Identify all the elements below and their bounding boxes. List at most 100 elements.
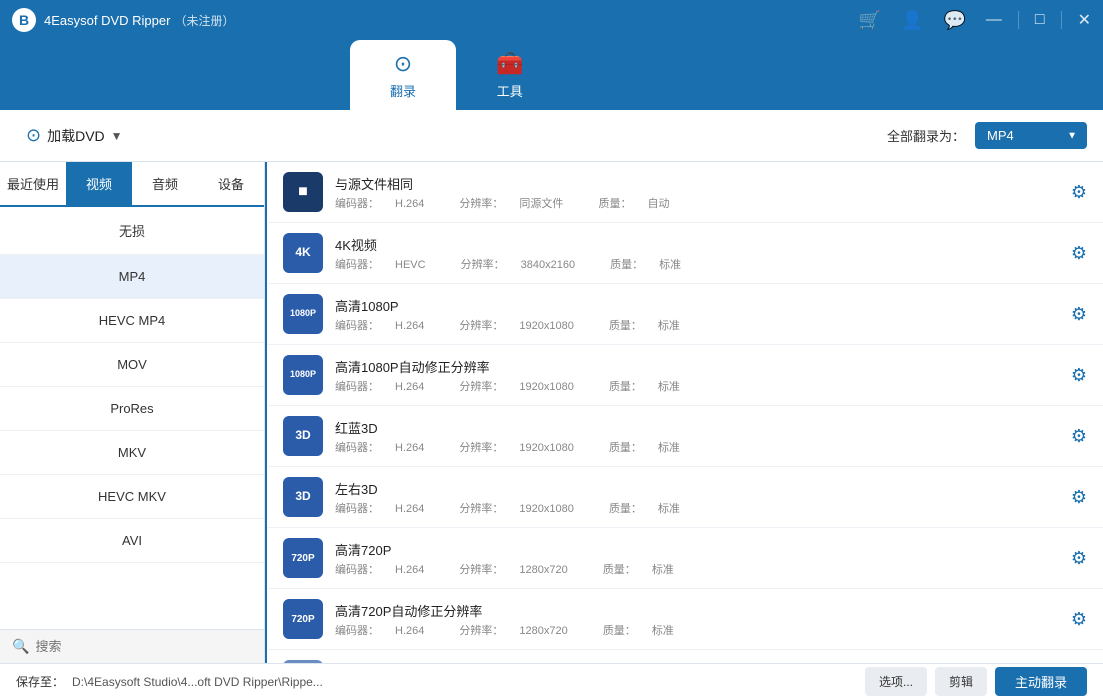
preset-info-1080p-auto: 高清1080P自动修正分辨率 编码器：H.264 分辨率：1920x1080 质…: [335, 357, 1059, 394]
search-input[interactable]: [35, 639, 252, 654]
preset-info-3d-rb: 红蓝3D 编码器：H.264 分辨率：1920x1080 质量：标准: [335, 418, 1059, 455]
format-select[interactable]: MP4 MKV MOV AVI HEVC MP4 HEVC MKV ProRes: [975, 122, 1087, 149]
preset-info-720p: 高清720P 编码器：H.264 分辨率：1280x720 质量：标准: [335, 540, 1059, 577]
format-item-mp4[interactable]: MP4: [0, 255, 264, 299]
preset-row-3d-lr[interactable]: 3D 左右3D 编码器：H.264 分辨率：1920x1080 质量：标准 ⚙: [267, 467, 1103, 528]
preset-name-3d-rb: 红蓝3D: [335, 418, 1059, 437]
preset-name-1080p-auto: 高清1080P自动修正分辨率: [335, 357, 1059, 376]
preset-name-source: 与源文件相同: [335, 174, 1059, 193]
load-dvd-icon: ⊙: [26, 125, 41, 146]
preset-settings-icon-3[interactable]: ⚙: [1071, 365, 1087, 386]
load-dvd-button[interactable]: ⊙ 加载DVD ▼: [16, 119, 133, 152]
cart-icon[interactable]: 🛒: [859, 10, 881, 31]
preset-info-4k: 4K视频 编码器：HEVC 分辨率：3840x2160 质量：标准: [335, 235, 1059, 272]
logo-letter: B: [19, 12, 29, 28]
user-icon[interactable]: 👤: [901, 10, 923, 31]
preset-row-720p-auto[interactable]: 720P 高清720P自动修正分辨率 编码器：H.264 分辨率：1280x72…: [267, 589, 1103, 650]
tab-tools-label: 工具: [497, 81, 523, 100]
title-icons: 🛒 👤 💬: [859, 10, 966, 31]
preset-row-4k[interactable]: 4K 4K视频 编码器：HEVC 分辨率：3840x2160 质量：标准 ⚙: [267, 223, 1103, 284]
tab-tools[interactable]: 🧰 工具: [456, 40, 563, 110]
panel-tab-video[interactable]: 视频: [66, 162, 132, 207]
format-item-lossless[interactable]: 无损: [0, 207, 264, 255]
preset-row-1080p-auto[interactable]: 1080P 高清1080P自动修正分辨率 编码器：H.264 分辨率：1920x…: [267, 345, 1103, 406]
preset-icon-1080p-auto: 1080P: [283, 355, 323, 395]
save-path: D:\4Easysoft Studio\4...oft DVD Ripper\R…: [72, 675, 857, 689]
preset-details-720p: 编码器：H.264 分辨率：1280x720 质量：标准: [335, 561, 1059, 577]
tab-rip-label: 翻录: [390, 81, 416, 100]
window-controls: — □ ✕: [986, 10, 1091, 30]
preset-row-3d-rb[interactable]: 3D 红蓝3D 编码器：H.264 分辨率：1920x1080 质量：标准 ⚙: [267, 406, 1103, 467]
load-dvd-label: 加载DVD: [47, 126, 105, 146]
format-list: 无损 MP4 HEVC MP4 MOV ProRes MKV HEVC MKV …: [0, 207, 264, 629]
tab-tools-icon: 🧰: [496, 51, 523, 77]
app-title: 4Easysof DVD Ripper（未注册）: [44, 12, 859, 29]
preset-row-720p[interactable]: 720P 高清720P 编码器：H.264 分辨率：1280x720 质量：标准…: [267, 528, 1103, 589]
encoder-label-0: 编码器：H.264: [335, 198, 440, 210]
statusbar: 保存至： D:\4Easysoft Studio\4...oft DVD Rip…: [0, 663, 1103, 699]
tab-bar: ⊙ 翻录 🧰 工具: [0, 40, 1103, 110]
preset-details-1080p-auto: 编码器：H.264 分辨率：1920x1080 质量：标准: [335, 378, 1059, 394]
preset-icon-720p-auto: 720P: [283, 599, 323, 639]
close-button[interactable]: ✕: [1078, 10, 1091, 30]
preset-row-source[interactable]: ■ 与源文件相同 编码器：H.264 分辨率：同源文件 质量：自动 ⚙: [267, 162, 1103, 223]
format-item-avi[interactable]: AVI: [0, 519, 264, 563]
preset-row-1080p[interactable]: 1080P 高清1080P 编码器：H.264 分辨率：1920x1080 质量…: [267, 284, 1103, 345]
preset-name-720p-auto: 高清720P自动修正分辨率: [335, 601, 1059, 620]
preset-details-4k: 编码器：HEVC 分辨率：3840x2160 质量：标准: [335, 256, 1059, 272]
preset-settings-icon-5[interactable]: ⚙: [1071, 487, 1087, 508]
preset-info-3d-lr: 左右3D 编码器：H.264 分辨率：1920x1080 质量：标准: [335, 479, 1059, 516]
preset-info-1080p: 高清1080P 编码器：H.264 分辨率：1920x1080 质量：标准: [335, 296, 1059, 333]
preset-name-1080p: 高清1080P: [335, 296, 1059, 315]
panel-tab-audio[interactable]: 音频: [132, 162, 198, 207]
preset-name-3d-lr: 左右3D: [335, 479, 1059, 498]
preset-details-3d-rb: 编码器：H.264 分辨率：1920x1080 质量：标准: [335, 439, 1059, 455]
format-select-wrap: MP4 MKV MOV AVI HEVC MP4 HEVC MKV ProRes: [975, 122, 1087, 149]
preset-settings-icon-0[interactable]: ⚙: [1071, 182, 1087, 203]
panel-tab-device[interactable]: 设备: [198, 162, 264, 207]
format-item-mov[interactable]: MOV: [0, 343, 264, 387]
app-logo: B: [12, 8, 36, 32]
preset-details-source: 编码器：H.264 分辨率：同源文件 质量：自动: [335, 195, 1059, 211]
format-item-mkv[interactable]: MKV: [0, 431, 264, 475]
msg-icon[interactable]: 💬: [944, 10, 966, 31]
preset-details-720p-auto: 编码器：H.264 分辨率：1280x720 质量：标准: [335, 622, 1059, 638]
preset-info-source: 与源文件相同 编码器：H.264 分辨率：同源文件 质量：自动: [335, 174, 1059, 211]
preset-settings-icon-4[interactable]: ⚙: [1071, 426, 1087, 447]
panel-tab-strip: 最近使用 视频 音频 设备: [0, 162, 264, 207]
minimize-button[interactable]: —: [986, 11, 1002, 29]
options-button[interactable]: 选项...: [865, 667, 927, 696]
tab-rip-icon: ⊙: [394, 51, 412, 77]
tab-rip[interactable]: ⊙ 翻录: [350, 40, 456, 110]
preset-row-640p[interactable]: 640P 640P: [267, 650, 1103, 663]
format-item-prores[interactable]: ProRes: [0, 387, 264, 431]
preset-settings-icon-2[interactable]: ⚙: [1071, 304, 1087, 325]
preset-icon-4k: 4K: [283, 233, 323, 273]
preset-name-4k: 4K视频: [335, 235, 1059, 254]
res-label-0: 分辨率：同源文件: [459, 198, 579, 210]
maximize-button[interactable]: □: [1035, 11, 1045, 29]
format-item-hevc-mkv[interactable]: HEVC MKV: [0, 475, 264, 519]
clip-button[interactable]: 剪辑: [935, 667, 987, 696]
preset-name-720p: 高清720P: [335, 540, 1059, 559]
rip-button[interactable]: 主动翻录: [995, 667, 1087, 696]
preset-details-1080p: 编码器：H.264 分辨率：1920x1080 质量：标准: [335, 317, 1059, 333]
search-icon: 🔍: [12, 638, 29, 655]
toolbar: ⊙ 加载DVD ▼ 全部翻录为： MP4 MKV MOV AVI HEVC MP…: [0, 110, 1103, 162]
preset-info-720p-auto: 高清720P自动修正分辨率 编码器：H.264 分辨率：1280x720 质量：…: [335, 601, 1059, 638]
format-panel: 最近使用 视频 音频 设备 无损 MP4 HEVC MP4: [0, 162, 265, 663]
panel-tab-recent[interactable]: 最近使用: [0, 162, 66, 207]
convert-all-label: 全部翻录为：: [887, 126, 965, 145]
preset-icon-720p: 720P: [283, 538, 323, 578]
search-bar: 🔍: [0, 629, 264, 663]
preset-settings-icon-7[interactable]: ⚙: [1071, 609, 1087, 630]
preset-panel: ■ 与源文件相同 编码器：H.264 分辨率：同源文件 质量：自动 ⚙ 4K 4…: [265, 162, 1103, 663]
main-area: 最近使用 视频 音频 设备 无损 MP4 HEVC MP4: [0, 162, 1103, 663]
preset-settings-icon-1[interactable]: ⚙: [1071, 243, 1087, 264]
toolbar-right: 全部翻录为： MP4 MKV MOV AVI HEVC MP4 HEVC MKV…: [887, 122, 1087, 149]
preset-details-3d-lr: 编码器：H.264 分辨率：1920x1080 质量：标准: [335, 500, 1059, 516]
preset-icon-3d-lr: 3D: [283, 477, 323, 517]
preset-icon-640p: 640P: [283, 660, 323, 663]
format-item-hevc-mp4[interactable]: HEVC MP4: [0, 299, 264, 343]
preset-settings-icon-6[interactable]: ⚙: [1071, 548, 1087, 569]
